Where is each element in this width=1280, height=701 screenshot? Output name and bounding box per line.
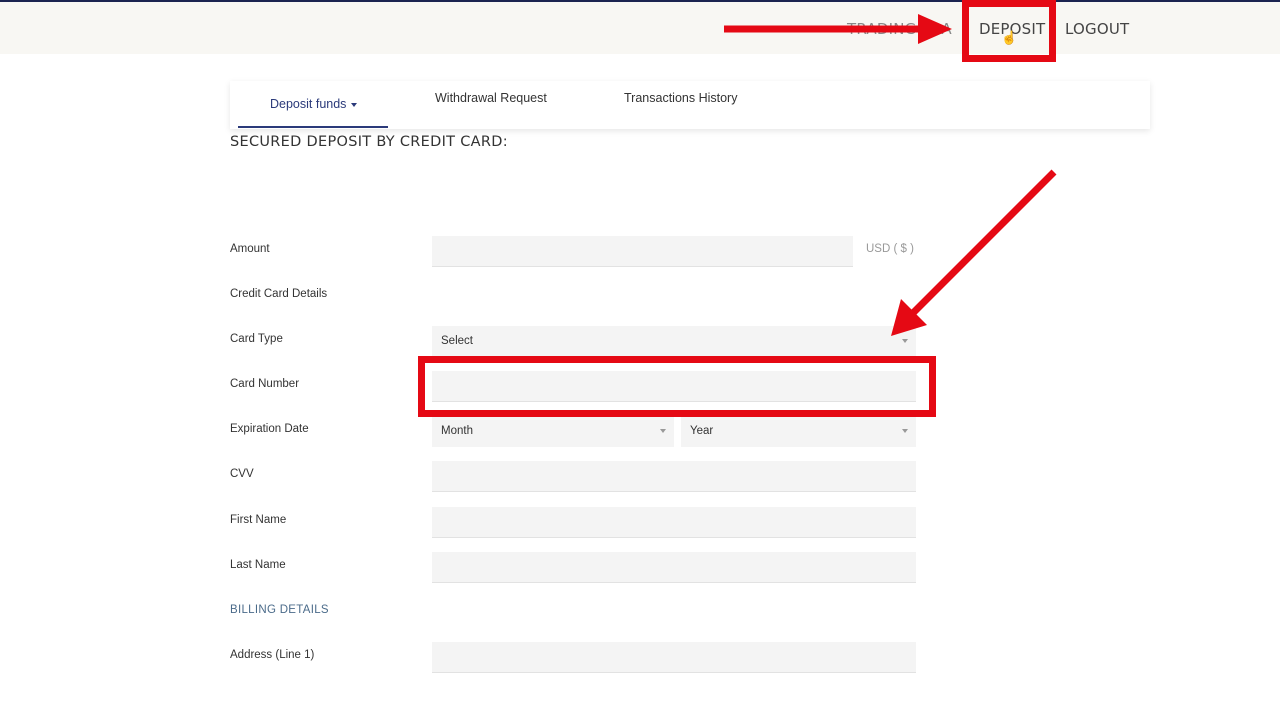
last-name-input[interactable]	[432, 552, 916, 583]
first-name-input[interactable]	[432, 507, 916, 538]
active-tab-underline	[238, 126, 388, 128]
expiration-month-select[interactable]: Month	[432, 416, 674, 447]
card-type-select[interactable]: Select	[432, 326, 916, 357]
top-nav-bar: TRADING A DEPOSIT ☝ LOGOUT	[0, 0, 1280, 54]
card-type-value: Select	[441, 335, 473, 347]
cvv-label: CVV	[230, 468, 254, 480]
last-name-label: Last Name	[230, 559, 286, 571]
tab-transactions-history[interactable]: Transactions History	[624, 91, 737, 105]
year-value: Year	[690, 425, 714, 437]
billing-details-heading: BILLING DETAILS	[230, 604, 329, 616]
card-number-input[interactable]	[432, 371, 916, 402]
nav-logout-link[interactable]: LOGOUT	[1065, 20, 1129, 38]
chevron-down-icon	[660, 429, 666, 433]
expiration-date-label: Expiration Date	[230, 423, 309, 435]
chevron-down-icon	[902, 429, 908, 433]
first-name-label: First Name	[230, 514, 287, 526]
page-title: SECURED DEPOSIT BY CREDIT CARD:	[230, 134, 508, 150]
amount-input[interactable]	[432, 236, 853, 267]
diagonal-arrow-icon	[891, 169, 1057, 336]
card-type-label: Card Type	[230, 333, 283, 345]
chevron-down-icon	[902, 339, 908, 343]
cvv-input[interactable]	[432, 461, 916, 492]
caret-down-icon	[351, 102, 358, 107]
card-number-label: Card Number	[230, 378, 300, 390]
amount-label: Amount	[230, 243, 270, 255]
address-line1-label: Address (Line 1)	[230, 649, 315, 661]
month-value: Month	[441, 425, 473, 437]
expiration-year-select[interactable]: Year	[681, 416, 916, 447]
nav-trading-link[interactable]: TRADING A	[847, 20, 952, 38]
pointer-hand-icon: ☝	[1001, 30, 1018, 45]
credit-card-details-label: Credit Card Details	[230, 288, 328, 300]
tab-deposit-funds[interactable]: Deposit funds	[270, 97, 358, 111]
currency-label: USD ( $ )	[866, 243, 914, 255]
address-line1-input[interactable]	[432, 642, 916, 673]
tab-withdrawal-request[interactable]: Withdrawal Request	[435, 91, 547, 105]
tab-deposit-funds-label: Deposit funds	[270, 97, 347, 111]
deposit-tabs: Deposit funds Withdrawal Request Transac…	[230, 81, 1150, 129]
